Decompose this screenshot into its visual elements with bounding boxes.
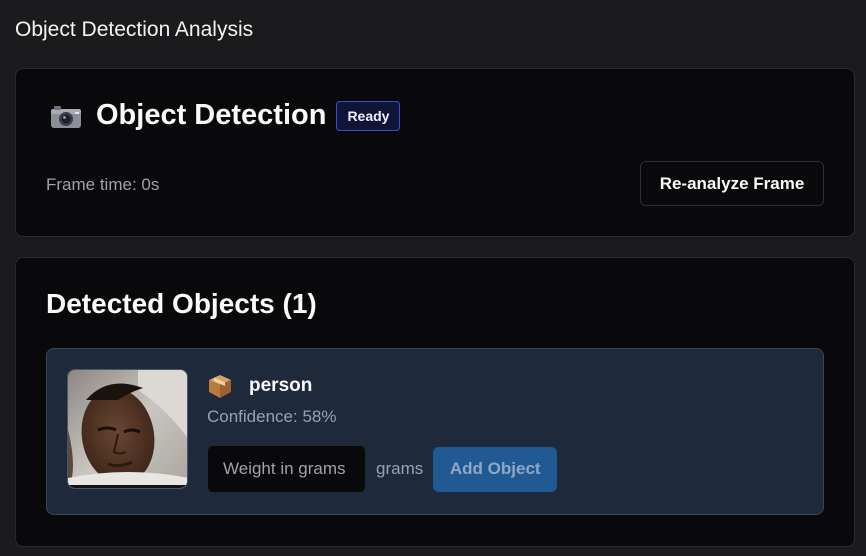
object-detection-title: Object Detection xyxy=(96,99,327,131)
object-detection-header: Object Detection Ready xyxy=(50,99,401,132)
page-title: Object Detection Analysis xyxy=(15,18,254,41)
object-info: person Confidence: 58% xyxy=(207,373,336,427)
object-name-row: person xyxy=(207,373,336,399)
grams-unit-label: grams xyxy=(376,459,424,478)
detected-object-item: person Confidence: 58% grams Add Object xyxy=(46,348,824,515)
status-badge: Ready xyxy=(336,100,401,131)
weight-row: grams Add Object xyxy=(207,445,558,493)
object-detection-card: Object Detection Ready Frame time: 0s Re… xyxy=(15,68,855,237)
weight-input[interactable] xyxy=(207,445,366,493)
detected-objects-title: Detected Objects (1) xyxy=(46,288,317,319)
package-icon xyxy=(207,373,233,399)
reanalyze-frame-button[interactable]: Re-analyze Frame xyxy=(640,161,824,206)
object-thumbnail xyxy=(67,369,188,489)
object-confidence: Confidence: 58% xyxy=(207,407,337,426)
object-name: person xyxy=(249,375,313,396)
camera-icon xyxy=(50,103,82,129)
add-object-button[interactable]: Add Object xyxy=(433,446,558,492)
detected-objects-card: Detected Objects (1) person Confidence: … xyxy=(15,257,855,547)
frame-time-label: Frame time: 0s xyxy=(46,175,160,194)
